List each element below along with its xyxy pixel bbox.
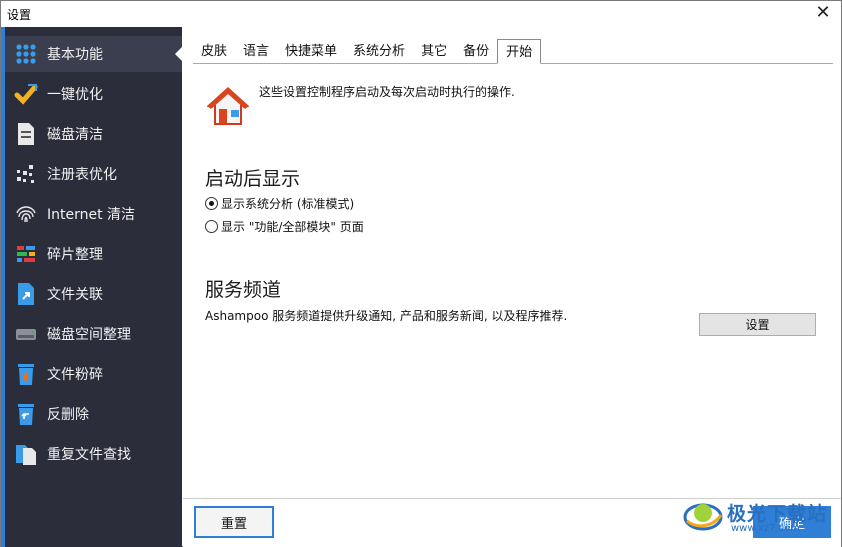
service-description: Ashampoo 服务频道提供升级通知, 产品和服务新闻, 以及程序推荐. <box>205 309 568 323</box>
window-title: 设置 <box>7 8 32 22</box>
sidebar-item-internet-cleaner[interactable]: Internet 清洁 <box>5 196 182 232</box>
tab-context-menu[interactable]: 快捷菜单 <box>277 39 345 63</box>
file-link-icon <box>13 281 39 307</box>
tab-other[interactable]: 其它 <box>413 39 455 63</box>
sidebar-item-label: 磁盘清洁 <box>47 127 103 143</box>
settings-window: 设置 ✕ 基本功能 一键优化 磁盘清洁 注册表优化 Internet 清洁 碎片… <box>0 0 842 547</box>
sidebar-item-label: 注册表优化 <box>47 167 117 183</box>
tab-strip: 皮肤 语言 快捷菜单 系统分析 其它 备份 开始 <box>193 39 542 64</box>
sidebar-item-label: 文件关联 <box>47 287 103 303</box>
undelete-bin-icon <box>13 401 39 427</box>
sidebar-item-label: 文件粉碎 <box>47 367 103 383</box>
content-panel: 皮肤 语言 快捷菜单 系统分析 其它 备份 开始 这些设置控制程序启动及每次启动… <box>183 27 841 547</box>
service-settings-button[interactable]: 设置 <box>699 313 816 336</box>
radio-label: 显示 "功能/全部模块" 页面 <box>221 220 364 234</box>
sidebar-item-label: 一键优化 <box>47 87 103 103</box>
tab-skin[interactable]: 皮肤 <box>193 39 235 63</box>
grid-dots-icon <box>13 41 39 67</box>
radio-system-analysis[interactable]: 显示系统分析 (标准模式) <box>205 195 354 212</box>
disk-file-icon <box>13 121 39 147</box>
sidebar-item-one-click-optimize[interactable]: 一键优化 <box>5 76 182 112</box>
drive-icon <box>13 321 39 347</box>
tab-system-analysis[interactable]: 系统分析 <box>345 39 413 63</box>
service-section-title: 服务频道 <box>205 279 282 301</box>
sidebar-item-label: Internet 清洁 <box>47 207 136 223</box>
radio-label: 显示系统分析 (标准模式) <box>221 197 355 211</box>
sidebar-item-disk-cleaner[interactable]: 磁盘清洁 <box>5 116 182 152</box>
intro-text: 这些设置控制程序启动及每次启动时执行的操作. <box>259 85 515 99</box>
title-bar: 设置 ✕ <box>1 1 841 27</box>
sidebar-item-registry-optimizer[interactable]: 注册表优化 <box>5 156 182 192</box>
sidebar-item-disk-space[interactable]: 磁盘空间整理 <box>5 316 182 352</box>
tab-start[interactable]: 开始 <box>497 39 542 64</box>
shredder-bin-icon <box>13 361 39 387</box>
sidebar-item-defrag[interactable]: 碎片整理 <box>5 236 182 272</box>
sidebar-item-file-shredder[interactable]: 文件粉碎 <box>5 356 182 392</box>
fingerprint-icon <box>13 201 39 227</box>
sidebar: 基本功能 一键优化 磁盘清洁 注册表优化 Internet 清洁 碎片整理 文件… <box>1 27 182 547</box>
magic-wand-icon <box>13 81 39 107</box>
sidebar-item-file-association[interactable]: 文件关联 <box>5 276 182 312</box>
radio-button[interactable] <box>205 220 218 233</box>
sidebar-item-label: 碎片整理 <box>47 247 103 263</box>
reset-button[interactable]: 重置 <box>194 506 274 538</box>
sidebar-item-label: 磁盘空间整理 <box>47 327 131 343</box>
registry-dots-icon <box>13 161 39 187</box>
radio-all-modules-page[interactable]: 显示 "功能/全部模块" 页面 <box>205 218 364 235</box>
tab-backup[interactable]: 备份 <box>455 39 497 63</box>
startup-section-title: 启动后显示 <box>205 168 301 190</box>
watermark-logo-icon <box>683 503 723 531</box>
duplicate-files-icon <box>13 441 39 467</box>
defrag-blocks-icon <box>13 241 39 267</box>
tab-language[interactable]: 语言 <box>235 39 277 63</box>
footer-divider <box>183 498 841 499</box>
radio-button-checked[interactable] <box>205 197 218 210</box>
sidebar-item-label: 反删除 <box>47 407 89 423</box>
ok-button[interactable]: 确定 <box>753 506 831 538</box>
sidebar-item-label: 重复文件查找 <box>47 447 131 463</box>
sidebar-item-duplicate-finder[interactable]: 重复文件查找 <box>5 436 182 472</box>
house-icon <box>206 85 250 127</box>
close-icon[interactable]: ✕ <box>813 3 833 23</box>
sidebar-item-basic-functions[interactable]: 基本功能 <box>5 36 182 72</box>
sidebar-item-undelete[interactable]: 反删除 <box>5 396 182 432</box>
sidebar-item-label: 基本功能 <box>47 47 103 63</box>
